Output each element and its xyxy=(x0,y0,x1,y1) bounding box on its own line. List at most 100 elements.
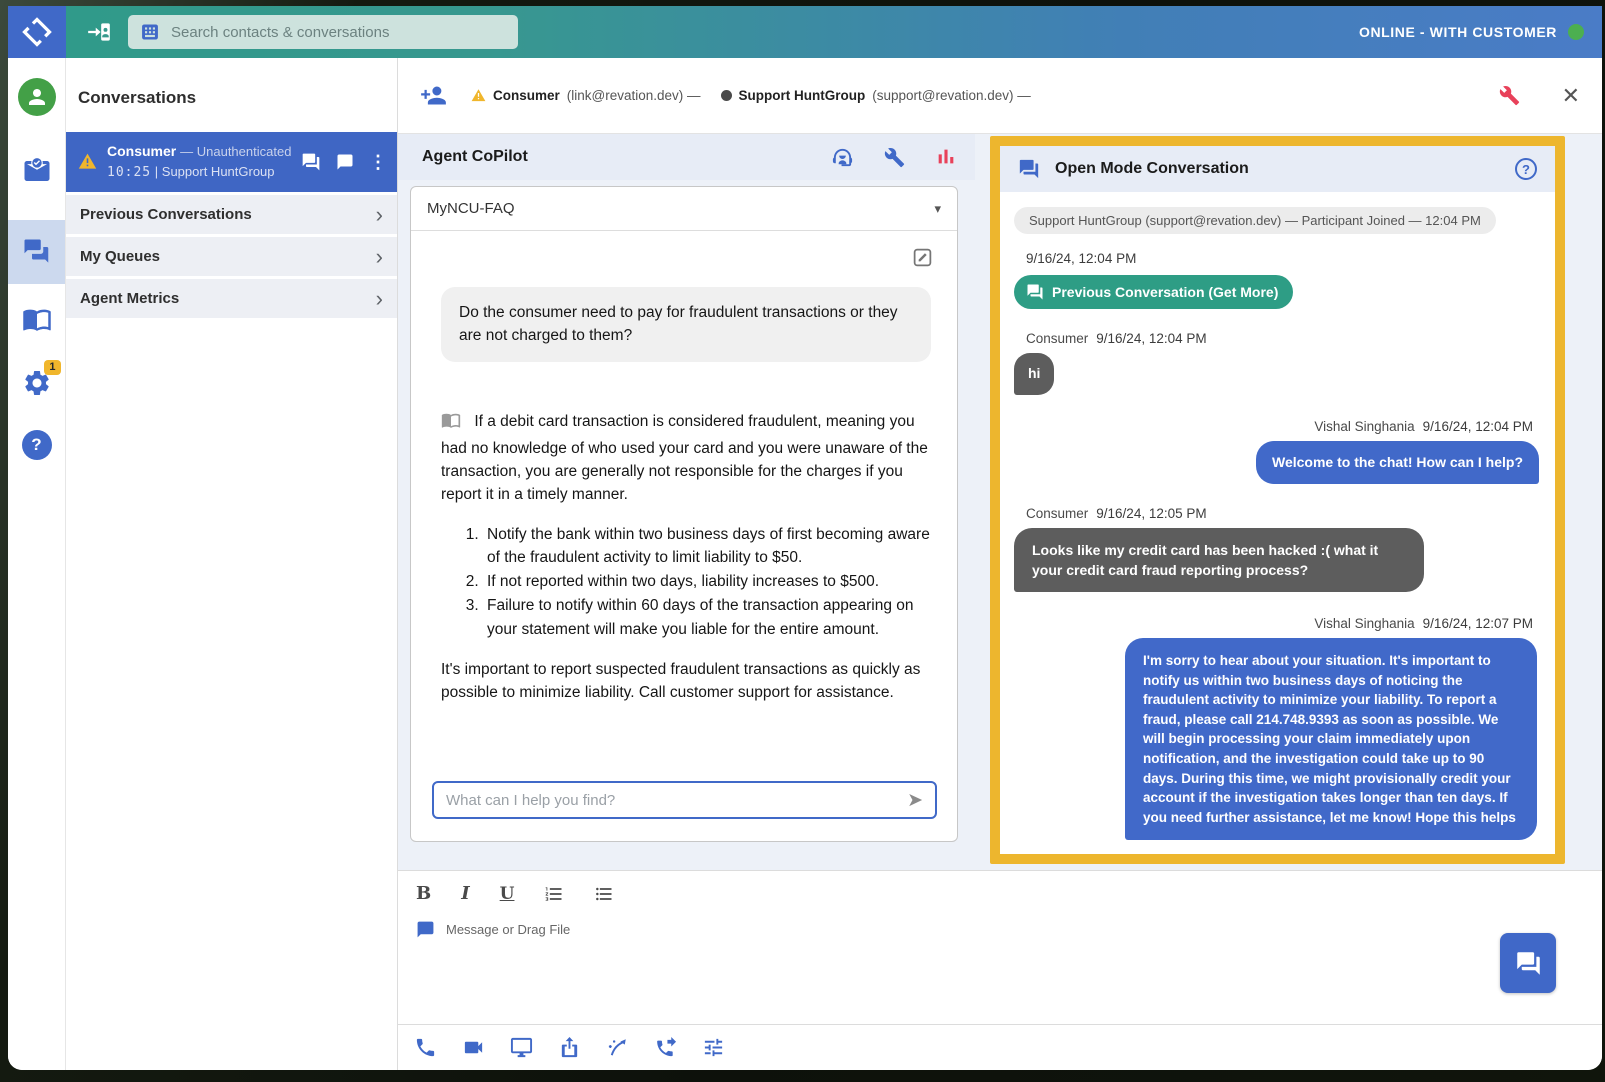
send-chat-button[interactable] xyxy=(1500,933,1556,993)
participant-detail: (support@revation.dev) — xyxy=(872,88,1031,103)
sidebar-item-previous-conversations[interactable]: Previous Conversations › xyxy=(66,195,397,234)
settings-badge: 1 xyxy=(44,360,60,375)
warning-icon xyxy=(78,152,97,171)
conversation-workspace: Consumer (link@revation.dev) — Support H… xyxy=(398,58,1602,1070)
video-call-button[interactable] xyxy=(462,1036,485,1059)
underline-button[interactable]: U xyxy=(500,884,515,904)
knowledge-base-dropdown[interactable]: MyNCU-FAQ ▾ xyxy=(411,187,957,231)
knowledge-book-icon[interactable] xyxy=(22,304,52,334)
inbox-verified-icon[interactable] xyxy=(22,156,52,186)
bullet-list-button[interactable] xyxy=(594,884,614,904)
participant-detail: (link@revation.dev) — xyxy=(567,88,701,103)
consumer-message-bubble: hi xyxy=(1014,353,1054,395)
help-circle-icon[interactable]: ? xyxy=(1515,158,1537,180)
copilot-question-bubble: Do the consumer need to pay for fraudule… xyxy=(441,287,931,362)
top-bar: ONLINE - WITH CUSTOMER xyxy=(8,6,1602,58)
chevron-right-icon: › xyxy=(376,208,383,222)
compose-area: B I U Message or Drag File xyxy=(398,870,1602,1070)
open-mode-column: Open Mode Conversation ? Support HuntGro… xyxy=(975,134,1602,870)
ai-transfer-button[interactable] xyxy=(606,1036,629,1059)
chat-icon xyxy=(416,920,435,939)
analytics-chart-icon[interactable] xyxy=(935,146,957,168)
ordered-list-button[interactable] xyxy=(544,884,564,904)
bold-button[interactable]: B xyxy=(416,883,431,904)
warning-icon xyxy=(471,88,486,103)
sidebar-item-label: Previous Conversations xyxy=(80,206,252,223)
copilot-title: Agent CoPilot xyxy=(422,148,528,166)
message-row: Looks like my credit card has been hacke… xyxy=(1014,528,1539,593)
previous-conversation-label: Previous Conversation (Get More) xyxy=(1052,284,1278,300)
user-avatar[interactable] xyxy=(18,78,56,116)
copilot-answer-item: Failure to notify within 60 days of the … xyxy=(483,594,931,641)
consumer-message-bubble: Looks like my credit card has been hacke… xyxy=(1014,528,1424,593)
message-row: hi xyxy=(1014,353,1539,395)
app-logo xyxy=(8,6,66,58)
copilot-header: Agent CoPilot xyxy=(398,134,975,180)
copilot-input-row: ➤ xyxy=(432,781,937,819)
chevron-right-icon: › xyxy=(376,292,383,306)
screen-share-button[interactable] xyxy=(510,1036,533,1059)
copilot-tools-wrench-icon[interactable] xyxy=(884,147,905,168)
copilot-search-input[interactable] xyxy=(446,792,907,809)
open-mode-header: Open Mode Conversation ? xyxy=(1000,146,1555,192)
help-icon[interactable]: ? xyxy=(22,430,52,460)
message-time: 9/16/24, 12:04 PM xyxy=(1423,419,1533,434)
participant-huntgroup[interactable]: Support HuntGroup (support@revation.dev)… xyxy=(721,88,1031,103)
italic-button[interactable]: I xyxy=(461,883,469,904)
call-transfer-button[interactable] xyxy=(654,1036,677,1059)
conversation-item-text: Consumer — Unauthenticated 10:25 | Suppo… xyxy=(107,143,301,180)
message-row: Welcome to the chat! How can I help? xyxy=(1014,441,1539,483)
message-author-time: Consumer9/16/24, 12:04 PM xyxy=(1026,331,1539,346)
forum-icon[interactable] xyxy=(301,152,321,172)
troubleshoot-wrench-icon[interactable] xyxy=(1499,85,1520,106)
knowledge-base-value: MyNCU-FAQ xyxy=(427,200,515,217)
compose-edit-icon[interactable] xyxy=(912,247,933,275)
help-glyph: ? xyxy=(1522,162,1530,177)
file-share-button[interactable] xyxy=(558,1036,581,1059)
message-author: Consumer xyxy=(1026,506,1088,521)
search-input[interactable] xyxy=(171,24,506,41)
close-icon[interactable]: ✕ xyxy=(1562,85,1580,107)
kebab-menu-icon[interactable]: ⋮ xyxy=(369,153,387,171)
agent-bot-icon[interactable] xyxy=(831,146,854,169)
presence-status[interactable]: ONLINE - WITH CUSTOMER xyxy=(1359,24,1584,40)
copilot-answer: If a debit card transaction is considere… xyxy=(441,410,931,705)
nav-item-conversations-selected[interactable] xyxy=(8,220,65,284)
message-time: 9/16/24, 12:07 PM xyxy=(1423,616,1533,631)
diamond-logo-icon xyxy=(22,17,52,47)
conversations-title: Conversations xyxy=(66,58,397,132)
settings-sliders-button[interactable] xyxy=(702,1036,725,1059)
message-author: Vishal Singhania xyxy=(1314,419,1414,434)
conversation-header: Consumer (link@revation.dev) — Support H… xyxy=(398,58,1602,134)
sidebar-item-agent-metrics[interactable]: Agent Metrics › xyxy=(66,279,397,318)
format-toolbar: B I U xyxy=(398,871,1602,904)
copilot-answer-intro: If a debit card transaction is considere… xyxy=(441,413,928,504)
conversations-icon xyxy=(22,237,52,267)
dialpad-icon[interactable] xyxy=(140,22,160,42)
chevron-down-icon: ▾ xyxy=(934,201,941,217)
copilot-send-icon[interactable]: ➤ xyxy=(907,791,923,810)
copilot-card: MyNCU-FAQ ▾ Do the consumer need to pay … xyxy=(410,186,958,842)
open-contact-directory-icon[interactable] xyxy=(86,19,112,45)
message-author-time: Vishal Singhania 9/16/24, 12:04 PM xyxy=(1014,419,1533,434)
participant-name: Consumer xyxy=(493,88,560,103)
forum-icon xyxy=(1018,158,1040,180)
nav-item-settings[interactable]: 1 xyxy=(22,368,52,398)
knowledge-source-book-icon xyxy=(441,417,465,434)
copilot-answer-item: Notify the bank within two business days… xyxy=(483,523,931,570)
conversation-item-selected[interactable]: Consumer — Unauthenticated 10:25 | Suppo… xyxy=(66,132,397,192)
copilot-answer-item: If not reported within two days, liabili… xyxy=(483,570,931,593)
participant-consumer[interactable]: Consumer (link@revation.dev) — xyxy=(471,88,701,103)
chat-timestamp: 9/16/24, 12:04 PM xyxy=(1026,251,1539,266)
message-input-placeholder: Message or Drag File xyxy=(446,922,570,937)
phone-call-button[interactable] xyxy=(414,1036,437,1059)
presence-status-label: ONLINE - WITH CUSTOMER xyxy=(1359,24,1557,40)
presence-status-dot xyxy=(1568,24,1584,40)
global-search xyxy=(128,15,518,49)
sidebar-item-my-queues[interactable]: My Queues › xyxy=(66,237,397,276)
message-input-area[interactable]: Message or Drag File xyxy=(398,904,1602,939)
chat-icon[interactable] xyxy=(336,153,354,171)
add-participant-icon[interactable] xyxy=(420,82,447,109)
message-author-time: Consumer9/16/24, 12:05 PM xyxy=(1026,506,1539,521)
previous-conversation-button[interactable]: Previous Conversation (Get More) xyxy=(1014,275,1293,309)
